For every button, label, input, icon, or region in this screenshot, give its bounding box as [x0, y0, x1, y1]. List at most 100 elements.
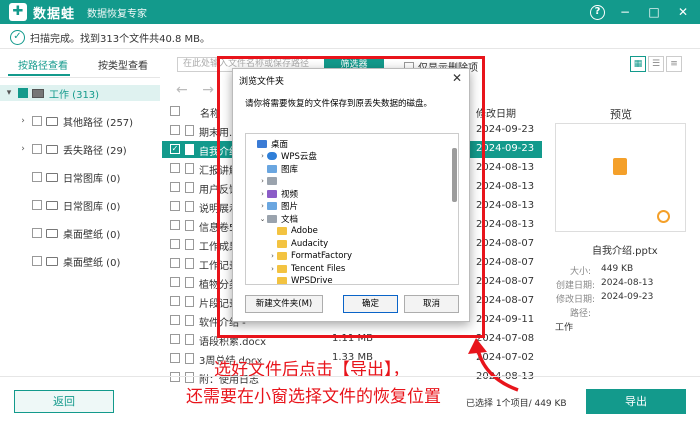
tree-item-label: 工作 (313) [49, 89, 100, 101]
divider [0, 376, 700, 377]
tree-item-label: 丢失路径 (29) [63, 145, 127, 157]
tree-item-label: 其他路径 (257) [63, 117, 134, 129]
preview-title: 预览 [610, 108, 632, 121]
maximize-icon[interactable]: □ [645, 3, 663, 21]
row-checkbox[interactable] [170, 220, 180, 230]
file-icon [185, 277, 194, 288]
scan-status: ✓ 扫描完成。找到313个文件共40.8 MB。 [10, 26, 210, 48]
folder-icon [46, 116, 58, 126]
tree-item-label: 桌面壁纸 (0) [63, 229, 121, 241]
tree-item-label: 日常图库 (0) [63, 173, 121, 185]
chevron-right-icon[interactable]: › [18, 116, 28, 126]
tree-item-work[interactable]: ▾ 工作 (313) [0, 85, 160, 101]
tree-item-label: 日常图库 (0) [63, 201, 121, 213]
close-icon[interactable]: ✕ [674, 3, 692, 21]
check-circle-icon: ✓ [10, 29, 25, 45]
tree-item-wallpaper[interactable]: 桌面壁纸 (0) [28, 253, 120, 269]
created-value: 2024-08-13 [601, 278, 654, 288]
detail-view-icon[interactable]: ≡ [666, 56, 682, 72]
highlight-frame [217, 56, 485, 338]
tree-item-label: 桌面壁纸 (0) [63, 257, 121, 269]
app-subtitle: 数据恢复专家 [87, 8, 148, 20]
row-checkbox[interactable] [170, 201, 180, 211]
annotation-line-2: 还需要在小窗选择文件的恢复位置 [186, 387, 441, 407]
pptx-file-icon [613, 158, 627, 175]
back-arrow-icon[interactable]: ← [176, 82, 188, 98]
file-icon [185, 239, 194, 250]
file-icon [185, 144, 194, 155]
path-value: 工作 [555, 323, 574, 333]
row-checkbox[interactable] [170, 334, 180, 344]
chevron-down-icon[interactable]: ▾ [4, 88, 14, 98]
forward-arrow-icon[interactable]: → [202, 82, 214, 98]
row-checkbox[interactable] [170, 277, 180, 287]
file-date: 2024-07-02 [476, 352, 535, 363]
folder-icon [46, 200, 58, 210]
row-checkbox[interactable] [170, 296, 180, 306]
row-checkbox[interactable]: ✓ [170, 144, 180, 154]
select-all-checkbox[interactable] [170, 106, 180, 116]
row-checkbox[interactable] [170, 163, 180, 173]
folder-icon [46, 256, 58, 266]
app-name: 数据蛙 [33, 6, 76, 22]
row-checkbox[interactable] [170, 125, 180, 135]
folder-icon [46, 228, 58, 238]
row-checkbox[interactable] [170, 353, 180, 363]
row-checkbox[interactable] [170, 239, 180, 249]
drive-icon [32, 88, 44, 98]
size-label: 大小: [570, 267, 592, 277]
tree-checkbox[interactable] [32, 144, 42, 154]
divider [0, 48, 700, 49]
created-label: 创建日期: [556, 281, 596, 291]
title-bar: ✚ 数据蛙 数据恢复专家 ? − □ ✕ [0, 0, 700, 24]
folder-icon [46, 172, 58, 182]
tree-item-wallpaper[interactable]: 桌面壁纸 (0) [28, 225, 120, 241]
tree-item-gallery[interactable]: 日常图库 (0) [28, 197, 120, 213]
help-icon[interactable]: ? [590, 4, 605, 20]
scan-status-text: 扫描完成。找到313个文件共40.8 MB。 [30, 33, 211, 45]
folder-icon [46, 144, 58, 154]
nav-arrows: ← → [176, 82, 214, 98]
zoom-icon[interactable] [657, 210, 670, 223]
tree-item-other-paths[interactable]: › 其他路径 (257) [18, 113, 133, 129]
tree-checkbox[interactable] [32, 200, 42, 210]
tree-checkbox[interactable] [32, 172, 42, 182]
path-label: 路径: [570, 309, 592, 319]
minimize-icon[interactable]: − [616, 3, 634, 21]
tree-checkbox[interactable] [32, 256, 42, 266]
row-checkbox[interactable] [170, 182, 180, 192]
tree-checkbox[interactable] [32, 116, 42, 126]
tree-checkbox[interactable] [18, 88, 28, 98]
chevron-right-icon[interactable]: › [18, 144, 28, 154]
file-icon [185, 296, 194, 307]
file-icon [185, 258, 194, 269]
row-checkbox[interactable] [170, 372, 180, 382]
app-logo-icon: ✚ [9, 3, 27, 21]
file-icon [185, 182, 194, 193]
size-value: 449 KB [601, 264, 634, 274]
list-view-icon[interactable]: ☰ [648, 56, 664, 72]
grid-view-icon[interactable]: ▦ [630, 56, 646, 72]
back-button[interactable]: 返回 [14, 390, 114, 413]
tab-by-path[interactable]: 按路径查看 [18, 57, 68, 72]
tree-item-lost-paths[interactable]: › 丢失路径 (29) [18, 141, 127, 157]
divider [0, 77, 160, 78]
tree-checkbox[interactable] [32, 228, 42, 238]
active-tab-underline [8, 74, 70, 76]
file-icon [185, 334, 194, 345]
file-icon [185, 315, 194, 326]
row-checkbox[interactable] [170, 258, 180, 268]
preview-filename: 自我介绍.pptx [592, 246, 658, 257]
tab-by-type[interactable]: 按类型查看 [98, 57, 148, 72]
modified-label: 修改日期: [556, 295, 596, 305]
file-icon [185, 201, 194, 212]
selection-info: 已选择 1个项目/ 449 KB [466, 399, 567, 409]
row-checkbox[interactable] [170, 315, 180, 325]
export-button[interactable]: 导出 [586, 389, 686, 414]
tree-item-gallery[interactable]: 日常图库 (0) [28, 169, 120, 185]
file-icon [185, 220, 194, 231]
file-icon [185, 125, 194, 136]
window-controls: ? − □ ✕ [590, 3, 692, 21]
modified-value: 2024-09-23 [601, 292, 654, 302]
file-icon [185, 163, 194, 174]
